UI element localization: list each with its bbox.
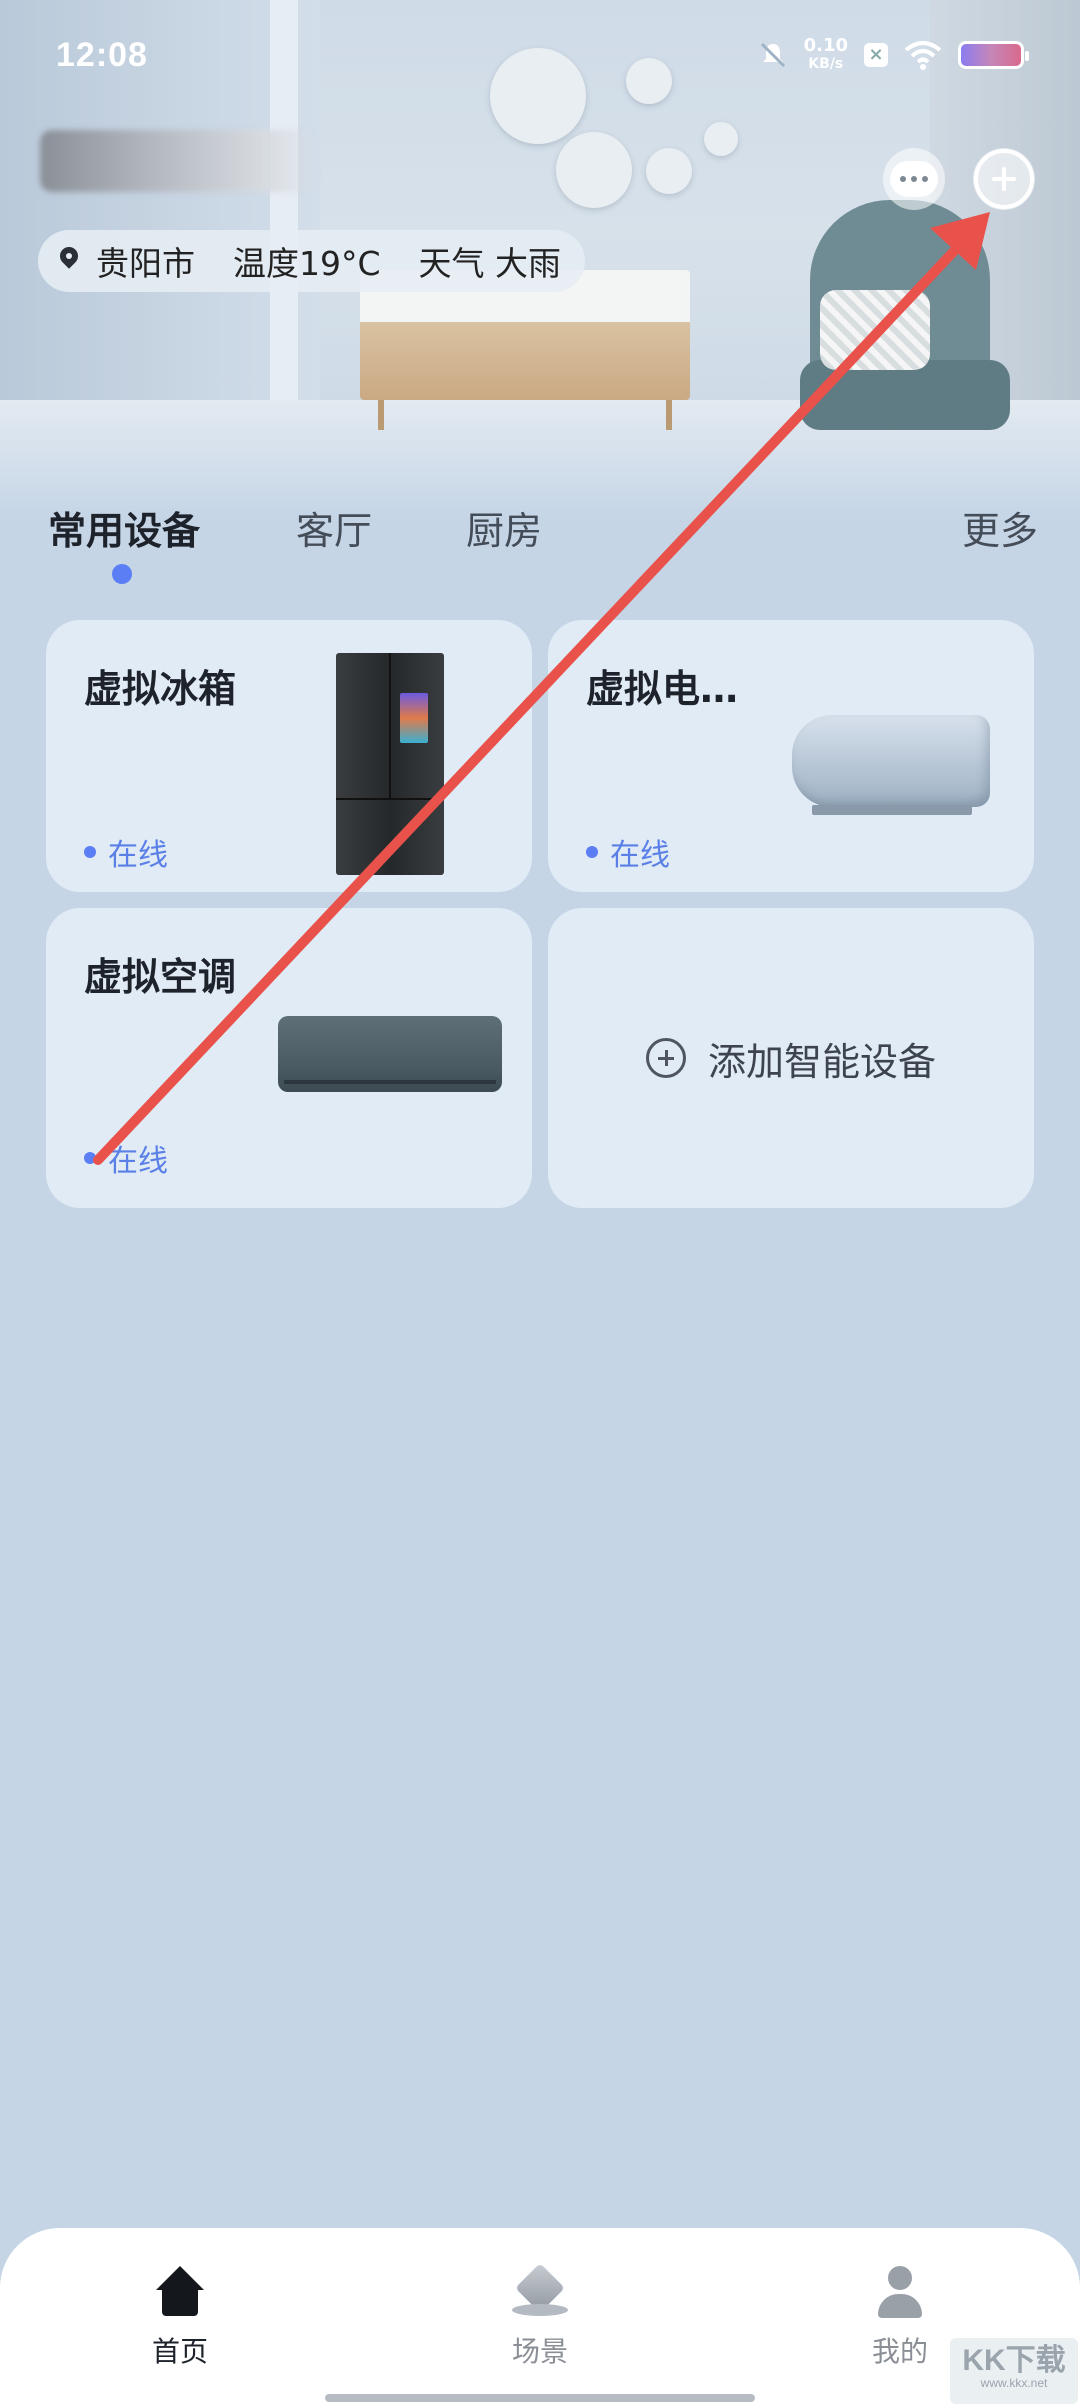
bottom-navigation: 首页 场景 我的 — [0, 2228, 1080, 2408]
room-tabs: 常用设备 客厅 厨房 更多 — [48, 500, 1038, 584]
add-smart-device-label: 添加智能设备 — [707, 1039, 936, 1084]
watermark: KK下载 www.kkx.net — [950, 2338, 1078, 2404]
battery-icon — [958, 41, 1029, 69]
location-city: 贵阳市 — [96, 244, 195, 283]
home-icon — [152, 2264, 208, 2320]
device-status-label: 在线 — [108, 1144, 168, 1179]
device-status: 在线 — [586, 830, 670, 874]
fridge-image — [336, 653, 444, 875]
nav-scene[interactable]: 场景 — [460, 2264, 620, 2370]
wifi-icon — [904, 41, 942, 70]
profile-icon — [872, 2264, 928, 2320]
add-device-top-button[interactable] — [973, 148, 1035, 210]
message-icon — [890, 161, 938, 197]
device-name: 虚拟冰箱 — [84, 667, 237, 711]
hero-pillow — [820, 290, 930, 370]
mute-bell-icon — [760, 42, 785, 68]
wall-decor-disc — [704, 122, 738, 156]
add-smart-device-content: 添加智能设备 — [548, 908, 1034, 1208]
add-circle-icon — [974, 149, 1034, 209]
location-temperature: 温度19°C — [233, 244, 381, 283]
air-conditioner-image — [278, 1016, 502, 1092]
scene-icon — [512, 2264, 568, 2320]
watermark-text: KK下载 — [962, 2344, 1066, 2377]
notification-x-icon: × — [864, 43, 888, 67]
status-time: 12:08 — [56, 35, 148, 74]
location-weather: 天气 大雨 — [418, 244, 562, 283]
status-bar: 12:08 0.10 KB/s × — [0, 0, 1080, 110]
online-dot-icon — [84, 846, 96, 858]
tab-kitchen[interactable]: 厨房 — [466, 500, 542, 555]
nav-home[interactable]: 首页 — [100, 2264, 260, 2370]
location-weather-pill[interactable]: 贵阳市 温度19°C 天气 大雨 — [38, 230, 586, 292]
device-card-fridge[interactable]: 虚拟冰箱 在线 — [46, 620, 532, 892]
net-speed-value: 0.10 — [803, 35, 848, 56]
tab-common-devices[interactable]: 常用设备 — [48, 500, 200, 555]
device-name: 虚拟空调 — [84, 955, 237, 999]
location-pin-icon — [58, 247, 80, 275]
message-button[interactable] — [883, 148, 945, 210]
active-tab-indicator — [112, 564, 132, 584]
device-status-label: 在线 — [108, 838, 168, 873]
net-speed-unit: KB/s — [808, 56, 844, 72]
device-card-water-heater[interactable]: 虚拟电… 在线 — [548, 620, 1034, 892]
home-indicator[interactable] — [325, 2394, 755, 2402]
status-icons: 0.10 KB/s × — [758, 37, 1029, 73]
tab-living-room[interactable]: 客厅 — [296, 500, 372, 555]
tab-more[interactable]: 更多 — [962, 500, 1038, 555]
online-dot-icon — [586, 846, 598, 858]
home-name-blurred[interactable] — [40, 130, 320, 192]
device-card-air-conditioner[interactable]: 虚拟空调 在线 — [46, 908, 532, 1208]
device-status: 在线 — [84, 830, 168, 874]
net-speed: 0.10 KB/s — [804, 37, 848, 73]
wall-decor-disc — [646, 148, 692, 194]
water-heater-image — [792, 715, 990, 815]
nav-label: 首页 — [151, 2335, 208, 2368]
device-status-label: 在线 — [610, 838, 670, 873]
add-circle-icon — [645, 1038, 686, 1078]
hero-chair-seat — [800, 360, 1010, 430]
nav-label: 场景 — [511, 2335, 568, 2368]
device-status: 在线 — [84, 1136, 168, 1180]
watermark-url: www.kkx.net — [980, 2376, 1048, 2390]
device-name: 虚拟电… — [586, 667, 739, 711]
add-smart-device-card[interactable]: 添加智能设备 — [548, 908, 1034, 1208]
wall-decor-disc — [556, 132, 632, 208]
online-dot-icon — [84, 1152, 96, 1164]
